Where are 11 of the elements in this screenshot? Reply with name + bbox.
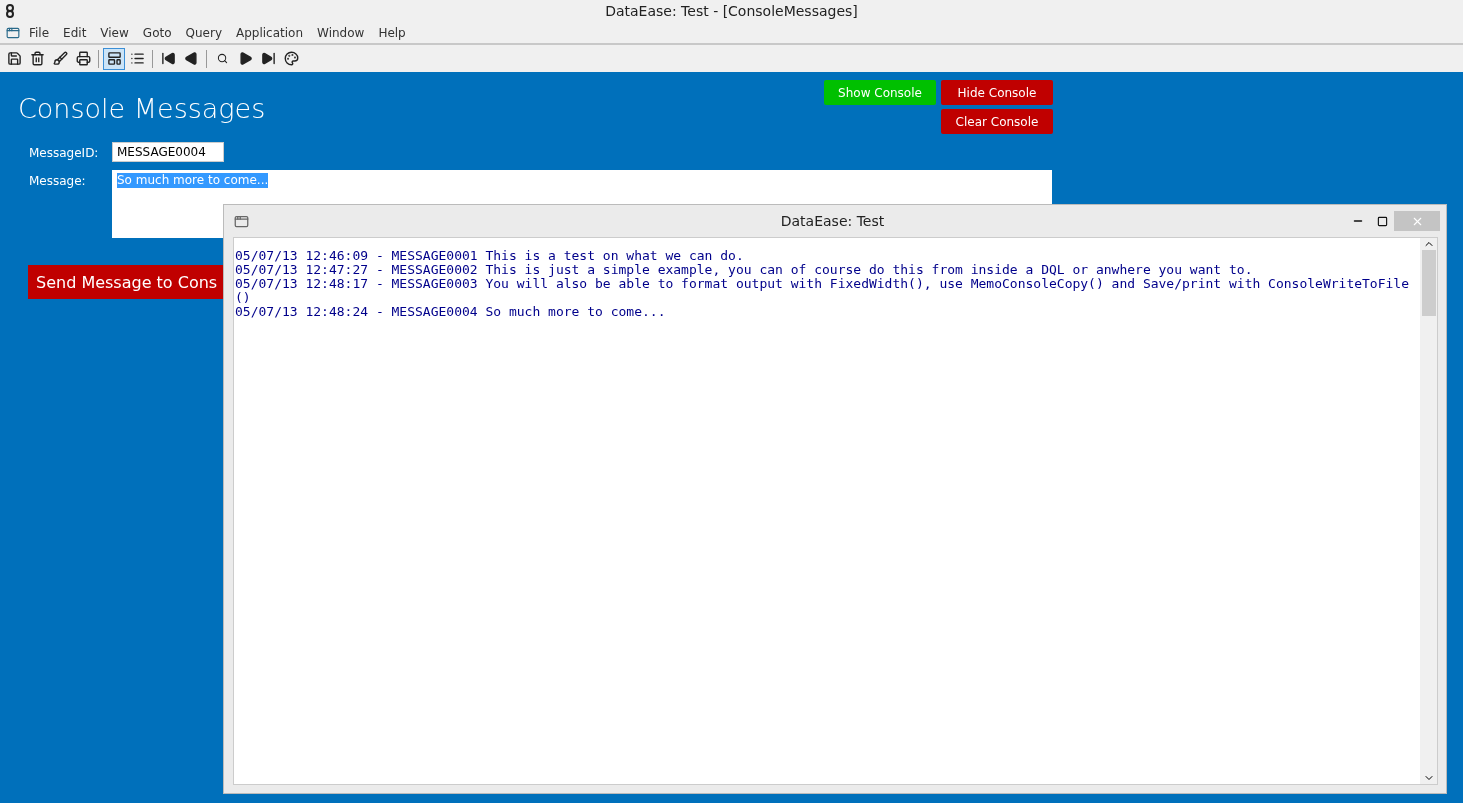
field-label: Message: xyxy=(29,173,87,190)
console-line: 05/07/13 12:47:27 - MESSAGE0002 This is just a simple example, you can of course do this from inside a DQL or anwhere you want to. xyxy=(235,263,1254,277)
console-title: DataEase: Test xyxy=(779,213,886,229)
console-line: 05/07/13 12:48:24 - MESSAGE0004 So much more to come... xyxy=(235,305,667,319)
selected-text: So much more to come... xyxy=(117,173,269,188)
console-line: 05/07/13 12:46:09 - MESSAGE0001 This is a test on what we can do. xyxy=(235,249,745,263)
window-title: DataEase: Test - [ConsoleMessages] xyxy=(604,3,859,19)
page-heading: Console Messages xyxy=(18,92,267,126)
field-label: MessageID: xyxy=(29,145,100,162)
console-line: () xyxy=(235,291,252,305)
console-line: 05/07/13 12:48:17 - MESSAGE0003 You will also be able to format output with FixedWidth(), use MemoConsoleCopy() and Save/print with ConsoleWriteToFile xyxy=(235,277,1410,291)
